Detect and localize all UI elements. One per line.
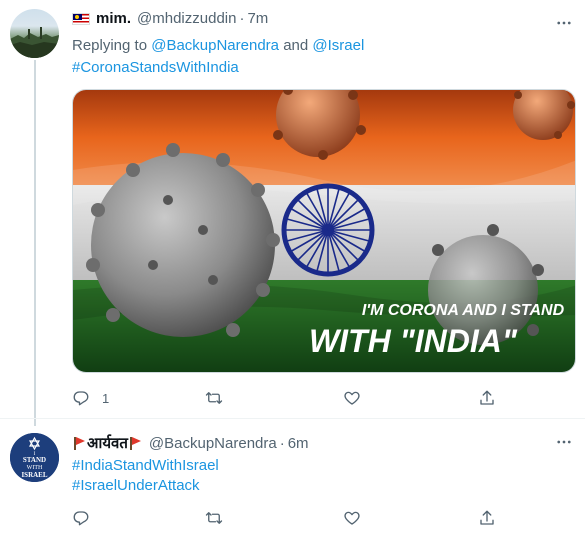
ashoka-chakra-icon: [281, 183, 375, 277]
thread-line: [34, 60, 36, 426]
timestamp[interactable]: 6m: [288, 435, 309, 452]
hashtag-link[interactable]: #IsraelUnderAttack: [72, 477, 200, 494]
more-icon[interactable]: [555, 433, 573, 456]
more-icon[interactable]: [555, 14, 573, 37]
hashtag-link[interactable]: #CoronaStandsWithIndia: [72, 59, 239, 76]
reply-icon: [73, 391, 89, 406]
tweet-actions: 1: [72, 386, 512, 410]
hashtag-link[interactable]: #IndiaStandWithIsrael: [72, 457, 219, 474]
tweet-1[interactable]: mim. @mhdizzuddin · 7m Replying to @Back…: [0, 0, 585, 426]
separator: ·: [279, 434, 285, 452]
retweet-button[interactable]: [205, 386, 223, 410]
image-caption-line1: I'M CORONA AND I STAND: [362, 302, 565, 319]
retweet-icon: [205, 512, 223, 524]
replying-and: and: [283, 37, 309, 54]
display-name[interactable]: आर्यवत: [87, 433, 128, 453]
share-icon: [480, 390, 494, 405]
malaysia-flag-icon: [72, 12, 90, 25]
tweet-2[interactable]: I STAND WITH ISRAEL आर्यवत @BackupNarend…: [0, 418, 585, 538]
avatar[interactable]: [10, 9, 59, 58]
share-button[interactable]: [478, 506, 496, 530]
tweet-actions: [72, 506, 512, 530]
share-icon: [480, 510, 494, 525]
reply-count: 1: [102, 390, 110, 406]
tweet-image[interactable]: I'M CORONA AND I STAND WITH "INDIA": [72, 89, 576, 373]
avatar-text-4: ISRAEL: [21, 471, 47, 479]
separator: ·: [239, 10, 245, 27]
flag-icon: [74, 436, 85, 450]
retweet-button[interactable]: [205, 506, 223, 530]
tweet-header: mim. @mhdizzuddin · 7m: [72, 10, 268, 27]
like-icon: [344, 511, 360, 525]
retweet-icon: [205, 392, 223, 404]
avatar-text-2: STAND: [23, 456, 46, 464]
timestamp[interactable]: 7m: [247, 10, 268, 27]
share-button[interactable]: [478, 386, 496, 410]
replying-to: Replying to @BackupNarendra and @Israel: [72, 36, 364, 56]
replying-label: Replying to: [72, 37, 148, 54]
username[interactable]: @mhdizzuddin: [137, 10, 236, 27]
mention-link[interactable]: @Israel: [312, 37, 364, 54]
reply-icon: [73, 511, 89, 526]
like-icon: [344, 391, 360, 405]
display-name[interactable]: mim.: [96, 10, 131, 27]
reply-button[interactable]: 1: [72, 386, 109, 410]
like-button[interactable]: [343, 506, 361, 530]
like-button[interactable]: [343, 386, 361, 410]
avatar[interactable]: I STAND WITH ISRAEL: [10, 433, 59, 482]
username[interactable]: @BackupNarendra: [149, 435, 277, 452]
tweet-header: आर्यवत @BackupNarendra · 6m: [72, 433, 309, 453]
flag-icon: [129, 436, 141, 450]
mention-link[interactable]: @BackupNarendra: [151, 37, 279, 54]
image-caption-line2: WITH "INDIA": [309, 323, 518, 359]
reply-button[interactable]: [72, 506, 90, 530]
